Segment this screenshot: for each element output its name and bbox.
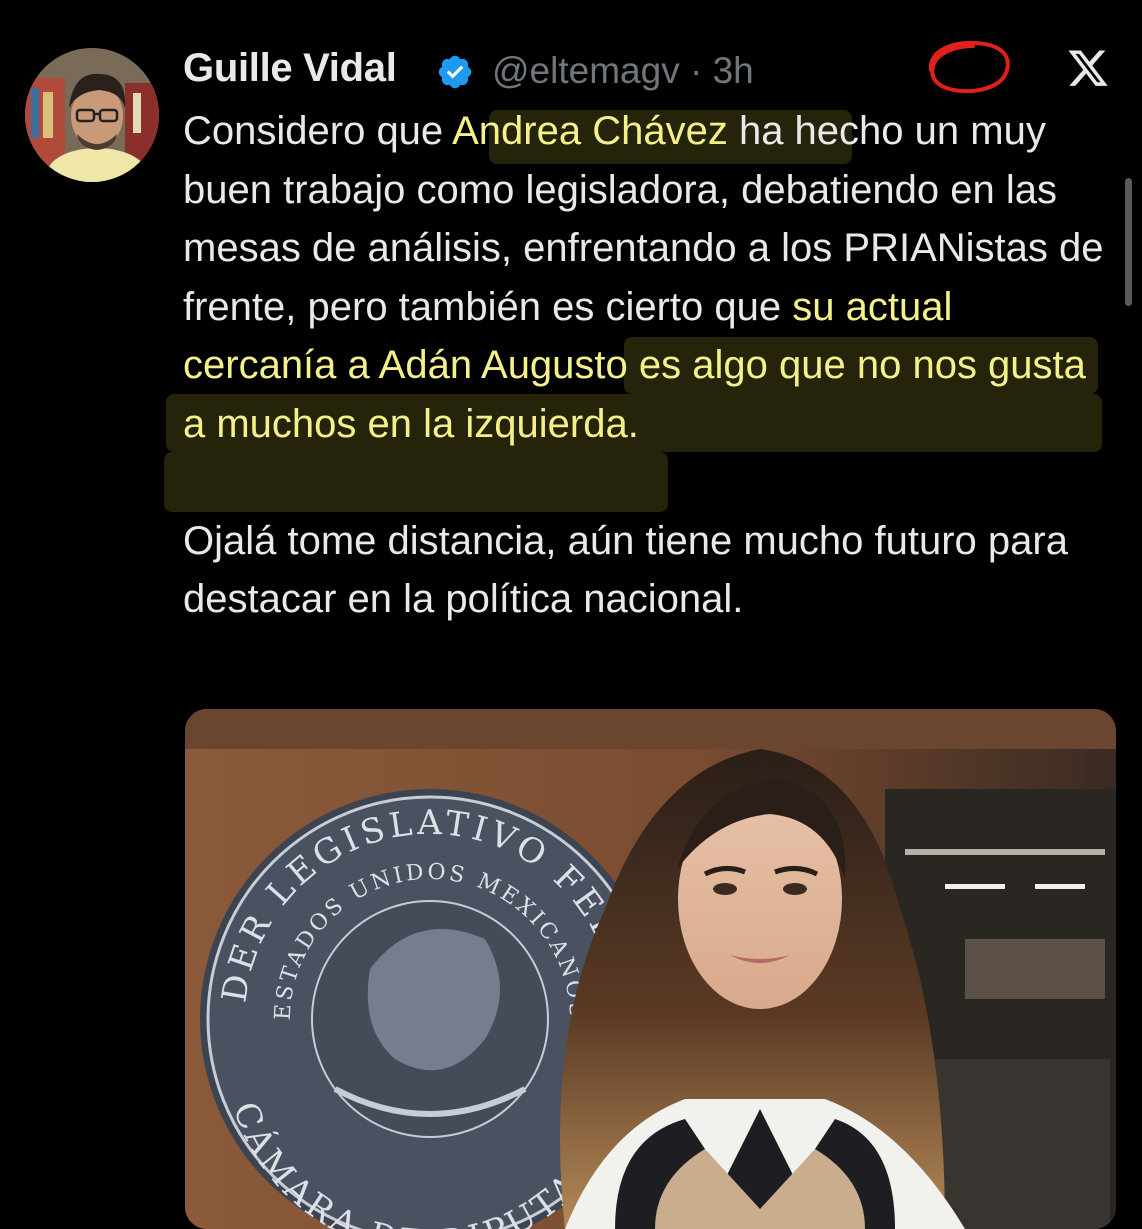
scrollbar[interactable] xyxy=(1125,178,1132,306)
tweet-time[interactable]: 3h xyxy=(713,50,754,91)
handle-time-group: @eltemagv · 3h xyxy=(492,50,754,92)
tweet-text-intro: Considero que xyxy=(183,109,453,153)
tweet-media-photo[interactable]: PODER LEGISLATIVO FEDERAL ESTADOS UNIDOS… xyxy=(185,709,1116,1229)
mention-highlight: Andrea Chávez xyxy=(452,109,728,153)
separator-dot: · xyxy=(689,50,703,91)
x-logo-icon xyxy=(1068,50,1108,86)
photo-scene: PODER LEGISLATIVO FEDERAL ESTADOS UNIDOS… xyxy=(185,709,1116,1229)
tweet-body: Considero que Andrea Chávez ha hecho un … xyxy=(183,102,1113,629)
author-avatar[interactable] xyxy=(25,48,159,182)
tweet-text-closing: Ojalá tome distancia, aún tiene mucho fu… xyxy=(183,518,1080,622)
author-handle[interactable]: @eltemagv xyxy=(492,50,680,91)
avatar-image xyxy=(25,48,159,182)
tweet-header: Guille Vidal @eltemagv · 3h xyxy=(183,40,1142,100)
verified-badge-icon xyxy=(438,55,472,89)
red-circle-annotation xyxy=(928,40,1010,94)
author-name[interactable]: Guille Vidal xyxy=(183,46,397,91)
